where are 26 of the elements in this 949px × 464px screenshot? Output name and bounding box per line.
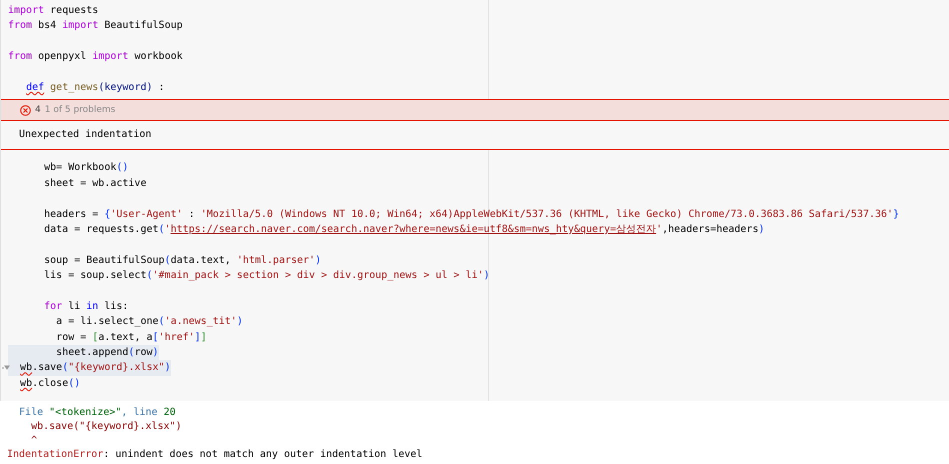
code-line: for li in lis: (43, 300, 130, 314)
fold-icon[interactable] (2, 365, 10, 372)
code-line: wb.close() (19, 376, 82, 391)
code-line: sheet.append(row) (1, 345, 949, 360)
traceback-file-line: File "<tokenize>", line 20 (18, 406, 177, 420)
code-line: import requests (7, 4, 100, 18)
code-line: from openpyxl import workbook (7, 50, 184, 64)
code-line: data = requests.get('https://search.naver.com/search.naver?where=news&ie=utf8&sm=nws_hty&query=삼성전자',headers=headers) (43, 222, 766, 237)
code-line: row = [a.text, a['href']] (55, 330, 208, 345)
problem-summary: 1 of 5 problems (44, 105, 116, 116)
code-line: soup = BeautifulSoup(data.text, 'html.parser') (43, 254, 322, 268)
code-line: lis = soup.select('#main_pack > section > div > div.group_news > ul > li') (43, 269, 491, 284)
problem-message: Unexpected indentation (1, 121, 949, 150)
code-line: from bs4 import BeautifulSoup (7, 19, 184, 34)
code-line: headers = {'User-Agent' : 'Mozilla/5.0 (Windows NT 10.0; Win64; x64)AppleWebKit/537.36 (KHTML, like Gecko) Chrome/73.0.3683.86 Safari/537.36'} (43, 208, 900, 222)
code-cell[interactable] (0, 0, 949, 402)
code-line: wb= Workbook() (43, 161, 130, 176)
code-line: wb.save("{keyword}.xlsx") (1, 360, 949, 376)
code-line: sheet = wb.active (43, 176, 148, 191)
problem-count: 4 (35, 105, 41, 116)
traceback-code-line: wb.save("{keyword}.xlsx") (30, 420, 183, 434)
error-icon (20, 104, 31, 116)
error-line: IndentationError: unindent does not match any outer indentation level (7, 448, 424, 462)
code-line: def get_news(keyword) : (25, 80, 166, 95)
code-line: a = li.select_one('a.news_tit') (55, 315, 244, 330)
traceback-caret: ^ (30, 434, 38, 448)
